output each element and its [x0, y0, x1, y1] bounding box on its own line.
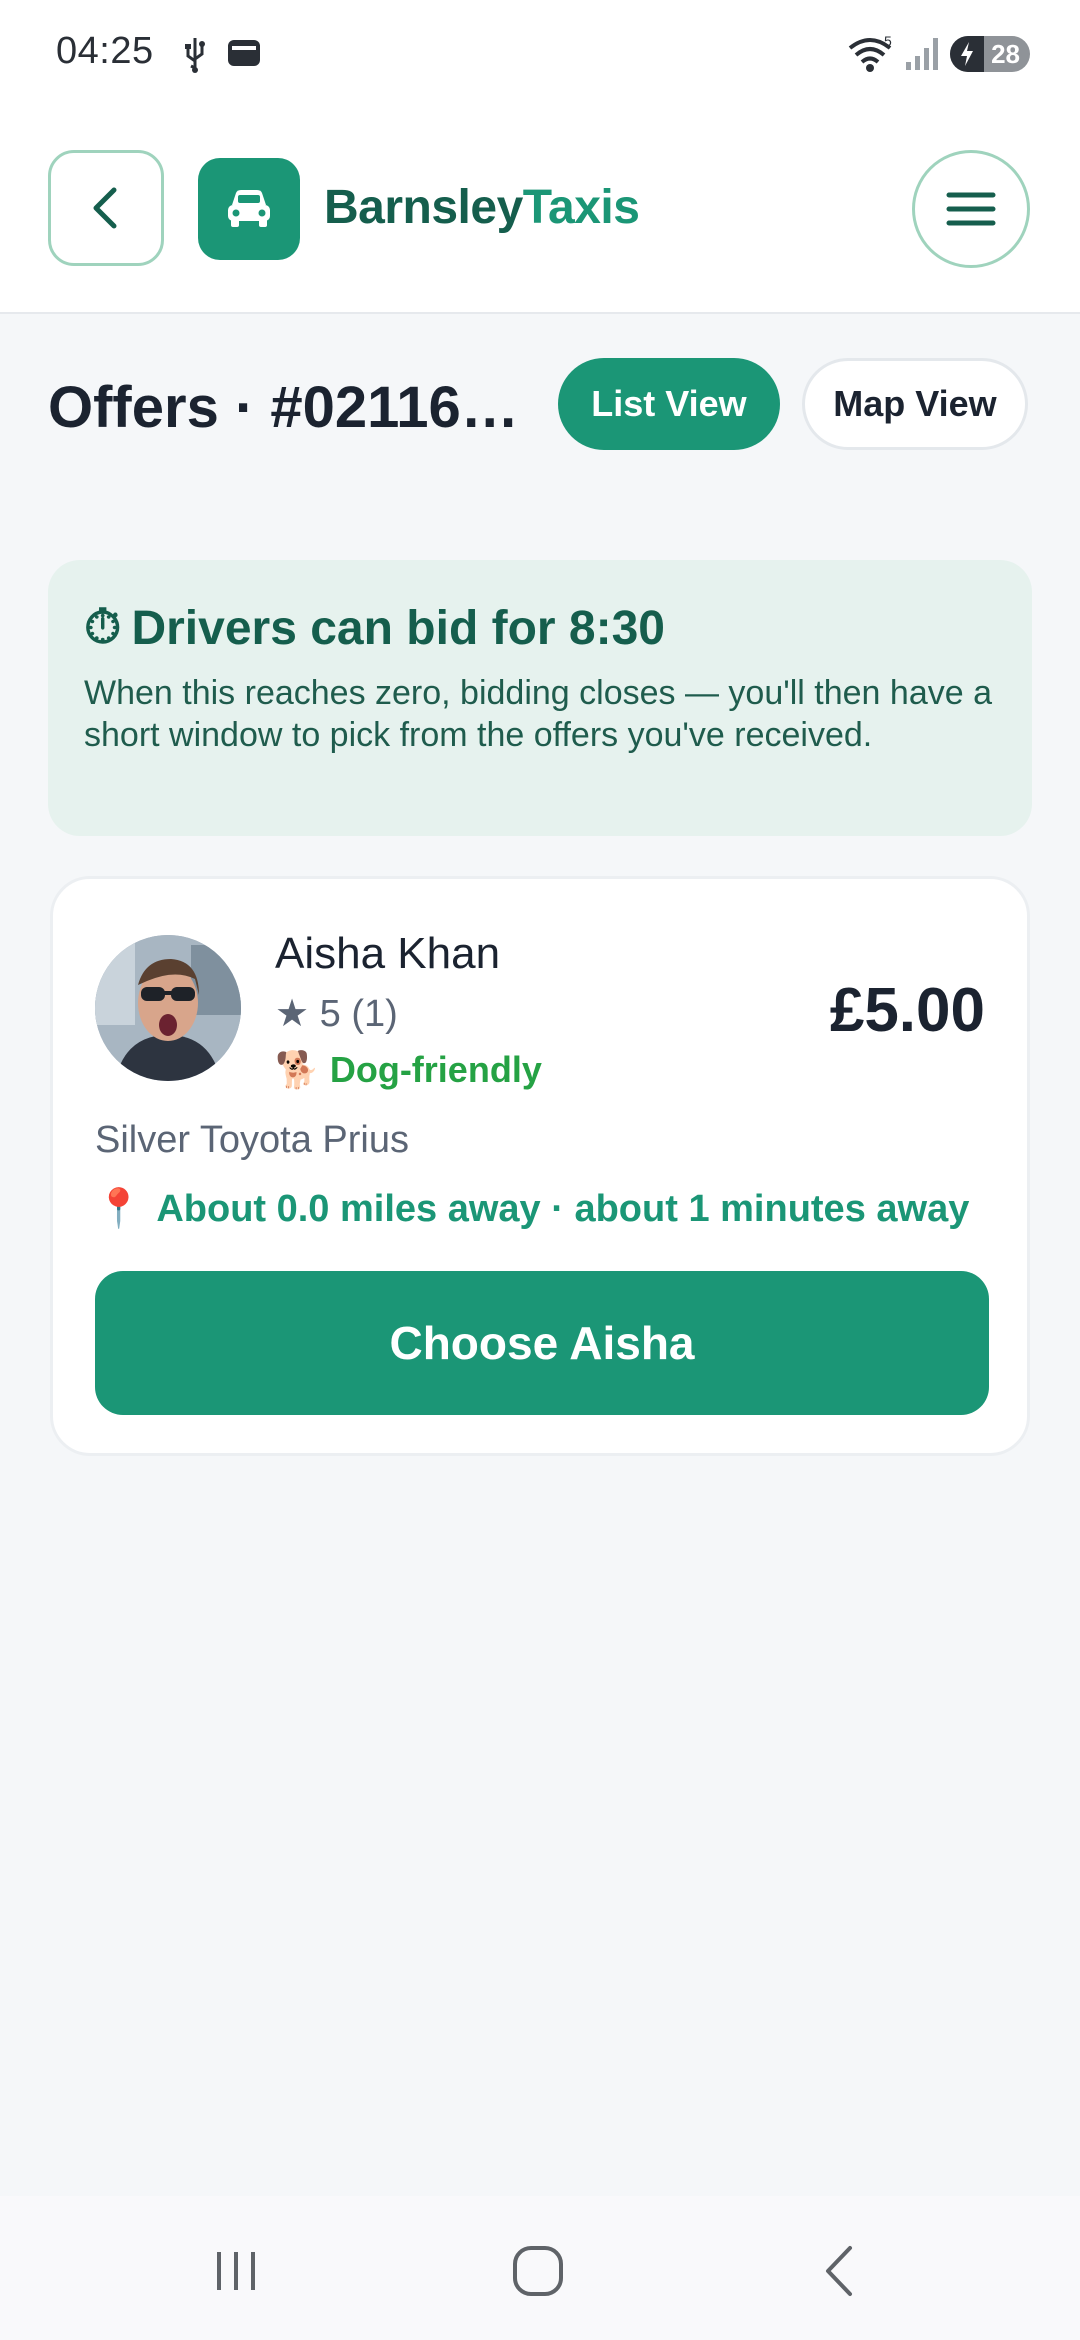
dog-icon: 🐕	[275, 1049, 320, 1090]
page-title: Offers · #02116…	[48, 375, 519, 440]
chevron-left-icon	[93, 187, 117, 229]
driver-rating: ★ 5 (1)	[275, 993, 398, 1035]
bidding-countdown-notice: ⏱ Drivers can bid for 8:30 When this rea…	[48, 560, 1032, 836]
menu-button[interactable]	[912, 150, 1030, 268]
svg-text:5: 5	[884, 34, 892, 49]
back-arrow-icon	[826, 2246, 852, 2296]
recent-apps-button[interactable]	[196, 2236, 276, 2306]
dog-friendly-badge: 🐕 Dog-friendly	[275, 1049, 542, 1091]
map-pin-icon: 📍	[95, 1188, 143, 1230]
wallet-icon	[226, 34, 262, 75]
home-button[interactable]	[498, 2236, 578, 2306]
distance-info: 📍 About 0.0 miles away · about 1 minutes…	[95, 1187, 969, 1231]
distance-text: About 0.0 miles away · about 1 minutes a…	[156, 1187, 970, 1230]
wifi-icon: 5	[846, 33, 896, 79]
stopwatch-icon: ⏱	[84, 601, 122, 654]
vehicle-description: Silver Toyota Prius	[95, 1119, 409, 1161]
brand-name-part1: Barnsley	[324, 181, 523, 234]
driver-avatar	[95, 935, 241, 1081]
brand-name: BarnsleyTaxis	[324, 180, 640, 235]
car-icon	[228, 190, 270, 227]
brand-name-part2: Taxis	[522, 181, 640, 234]
hamburger-menu-icon	[946, 192, 996, 226]
countdown-title: Drivers can bid for 8:30	[131, 601, 665, 655]
offer-price: £5.00	[829, 976, 985, 1045]
countdown-description: When this reaches zero, bidding closes —…	[84, 674, 992, 754]
app-header: BarnsleyTaxis	[0, 108, 1080, 314]
dog-friendly-label: Dog-friendly	[329, 1049, 542, 1090]
back-button[interactable]	[48, 150, 164, 266]
battery-level: 28	[991, 38, 1020, 69]
list-view-button[interactable]: List View	[558, 358, 780, 450]
signal-icon	[904, 34, 940, 79]
choose-driver-button[interactable]: Choose Aisha	[95, 1271, 989, 1415]
home-icon	[513, 2246, 563, 2296]
map-view-button[interactable]: Map View	[802, 358, 1028, 450]
offer-card: Aisha Khan ★ 5 (1) 🐕 Dog-friendly £5.00 …	[50, 876, 1030, 1456]
usb-icon	[180, 34, 210, 79]
countdown-title-row: ⏱ Drivers can bid for 8:30	[84, 600, 996, 656]
status-time: 04:25	[56, 30, 154, 72]
system-back-button[interactable]	[800, 2236, 880, 2306]
recent-apps-icon	[217, 2252, 255, 2290]
app-logo	[198, 158, 300, 260]
status-bar: 04:25 5 28	[0, 0, 1080, 108]
system-navigation-bar	[0, 2196, 1080, 2340]
driver-name: Aisha Khan	[275, 929, 501, 978]
battery-indicator: 28	[950, 36, 1030, 72]
charging-icon	[950, 36, 984, 72]
